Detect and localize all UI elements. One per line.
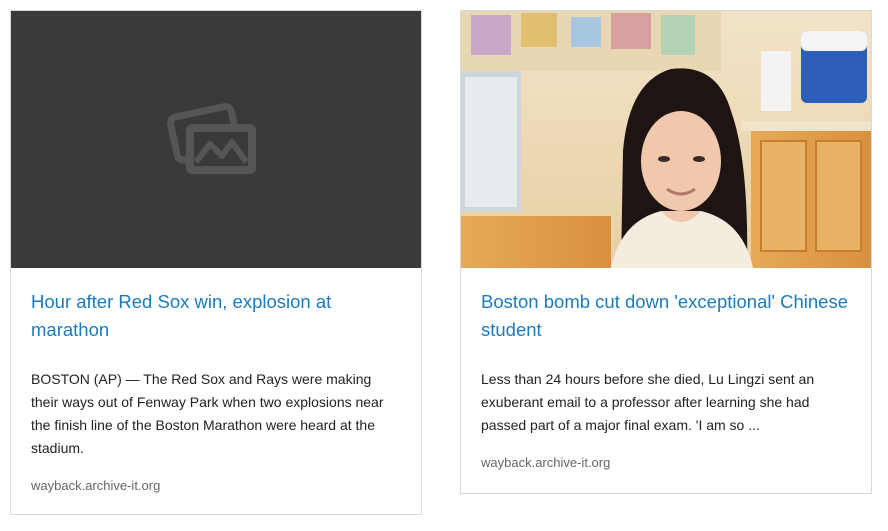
card-description: BOSTON (AP) — The Red Sox and Rays were … bbox=[31, 371, 384, 456]
card-description: Less than 24 hours before she died, Lu L… bbox=[481, 371, 815, 433]
card-title-link[interactable]: Hour after Red Sox win, explosion at mar… bbox=[31, 288, 401, 344]
news-card[interactable]: Hour after Red Sox win, explosion at mar… bbox=[10, 10, 422, 515]
card-thumbnail[interactable] bbox=[461, 11, 871, 268]
card-title-link[interactable]: Boston bomb cut down 'exceptional' Chine… bbox=[481, 288, 851, 344]
card-thumbnail[interactable] bbox=[11, 11, 421, 268]
card-source: wayback.archive-it.org bbox=[31, 478, 161, 493]
woman-photo bbox=[461, 11, 871, 268]
news-card[interactable]: Boston bomb cut down 'exceptional' Chine… bbox=[460, 10, 872, 494]
card-source: wayback.archive-it.org bbox=[481, 455, 611, 470]
image-placeholder-icon bbox=[167, 102, 256, 174]
